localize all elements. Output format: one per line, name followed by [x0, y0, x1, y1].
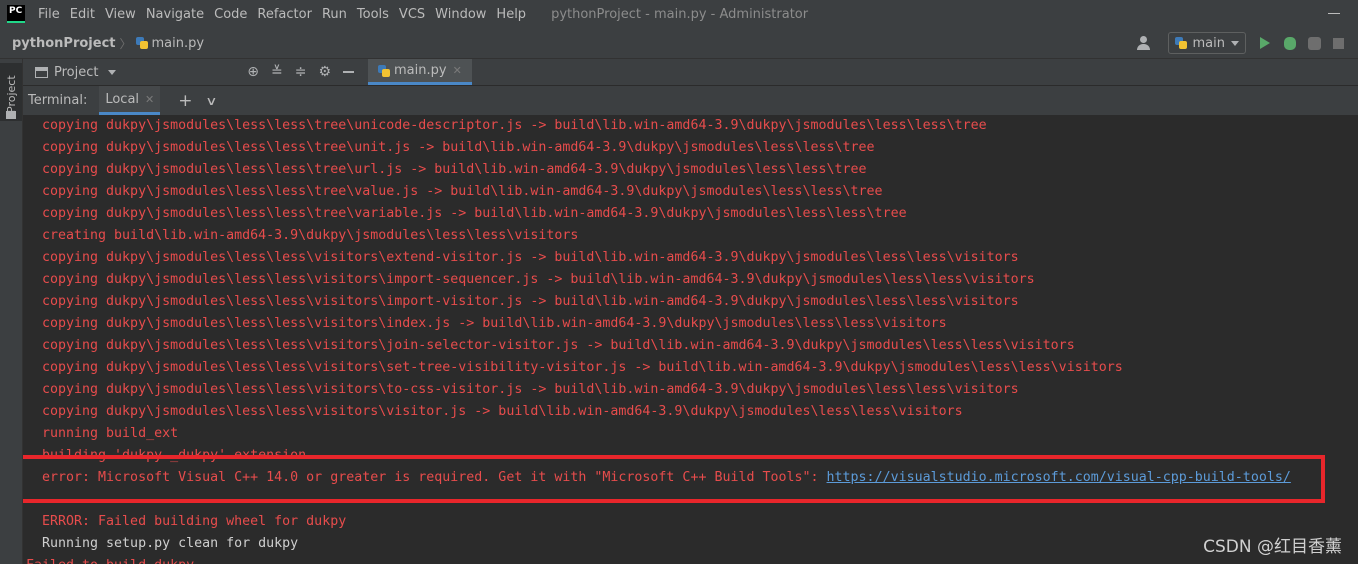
menu-tools[interactable]: Tools [352, 7, 394, 22]
csdn-watermark: CSDN @红目香薰 [1203, 537, 1342, 557]
project-tool-window-tab[interactable]: Project [0, 63, 22, 121]
menu-window[interactable]: Window [430, 7, 491, 22]
menu-run[interactable]: Run [317, 7, 352, 22]
terminal-error-line: error: Microsoft Visual C++ 14.0 or grea… [42, 467, 1291, 489]
chevron-down-icon[interactable]: ∨ [205, 94, 217, 108]
menu-vcs[interactable]: VCS [394, 7, 430, 22]
menu-file[interactable]: File [33, 7, 65, 22]
locate-file-icon[interactable]: ⊕ [247, 59, 259, 85]
editor-tab-main-py[interactable]: main.py ✕ [368, 59, 472, 85]
stop-icon[interactable] [1333, 37, 1344, 49]
chevron-down-icon [1231, 40, 1239, 46]
terminal-line: copying dukpy\jsmodules\less\less\visito… [42, 294, 1019, 309]
menu-code[interactable]: Code [209, 7, 252, 22]
run-configuration-select[interactable]: main [1167, 32, 1246, 54]
breadcrumb-separator-icon: 〉 [119, 36, 132, 51]
terminal-line: building 'dukpy._dukpy' extension [42, 448, 307, 463]
expand-all-icon[interactable]: ≚ [271, 59, 283, 85]
python-file-icon [135, 37, 148, 49]
project-panel-header: Project ⊕ ≚ ≑ ⚙ [23, 59, 368, 85]
terminal-line: copying dukpy\jsmodules\less\less\tree\u… [42, 140, 875, 155]
run-configuration-label: main [1192, 35, 1225, 51]
menu-navigate[interactable]: Navigate [141, 7, 209, 22]
project-view-selector[interactable]: Project [54, 65, 98, 80]
terminal-line: copying dukpy\jsmodules\less\less\tree\u… [42, 162, 867, 177]
pycharm-logo: PC [7, 5, 25, 23]
terminal-line: copying dukpy\jsmodules\less\less\visito… [42, 382, 1019, 397]
breadcrumb-file[interactable]: main.py [152, 36, 205, 51]
chevron-down-icon[interactable] [108, 69, 117, 75]
terminal-line: copying dukpy\jsmodules\less\less\tree\v… [42, 206, 907, 221]
gear-icon[interactable]: ⚙ [318, 59, 331, 85]
coverage-icon[interactable] [1308, 36, 1321, 50]
add-terminal-icon[interactable]: + [178, 91, 192, 111]
terminal-line: copying dukpy\jsmodules\less\less\visito… [42, 338, 1075, 353]
python-config-icon [1174, 37, 1187, 49]
debug-icon[interactable] [1284, 36, 1296, 50]
terminal-line: copying dukpy\jsmodules\less\less\visito… [42, 360, 1123, 375]
terminal-line: copying dukpy\jsmodules\less\less\visito… [42, 272, 1035, 287]
hide-panel-icon[interactable] [343, 71, 354, 73]
terminal-line: Failed to build dukpy [26, 555, 194, 564]
menu-refactor[interactable]: Refactor [252, 7, 317, 22]
terminal-header: Terminal: Local ✕ + ∨ [23, 86, 1358, 115]
project-panel-tools: ⊕ ≚ ≑ ⚙ [247, 59, 354, 85]
run-toolbar: main [1136, 28, 1358, 58]
window-title: pythonProject - main.py - Administrator [551, 6, 809, 22]
left-tool-stripe: Project [0, 59, 23, 564]
folder-icon [6, 111, 16, 119]
menu-view[interactable]: View [100, 7, 141, 22]
run-icon[interactable] [1260, 37, 1270, 49]
build-tools-link[interactable]: https://visualstudio.microsoft.com/visua… [827, 470, 1291, 485]
collapse-all-icon[interactable]: ≑ [295, 59, 307, 85]
terminal-line: running build_ext [42, 426, 179, 441]
terminal-line: copying dukpy\jsmodules\less\less\tree\v… [42, 184, 883, 199]
menu-edit[interactable]: Edit [65, 7, 100, 22]
close-icon[interactable]: ✕ [453, 64, 462, 77]
terminal-line: copying dukpy\jsmodules\less\less\tree\u… [42, 118, 987, 133]
editor-tab-bar: main.py ✕ [368, 59, 1358, 85]
terminal-tab-label: Local [105, 91, 140, 107]
terminal-line: copying dukpy\jsmodules\less\less\visito… [42, 250, 1019, 265]
terminal-line: ERROR: Failed building wheel for dukpy [42, 514, 347, 529]
editor-tab-label: main.py [394, 63, 447, 78]
menu-bar: PC File Edit View Navigate Code Refactor… [0, 0, 1358, 28]
python-file-icon [378, 64, 390, 77]
navigation-bar: pythonProject 〉 main.py main [0, 28, 1358, 59]
terminal-line: Running setup.py clean for dukpy [42, 536, 299, 551]
close-icon[interactable]: ✕ [145, 93, 154, 106]
terminal-line: creating build\lib.win-amd64-3.9\dukpy\j… [42, 228, 579, 243]
menu-help[interactable]: Help [491, 7, 531, 22]
terminal-title: Terminal: [28, 93, 88, 108]
terminal-tab-local[interactable]: Local ✕ [99, 86, 161, 115]
terminal-line: copying dukpy\jsmodules\less\less\visito… [42, 404, 963, 419]
project-icon [35, 66, 48, 78]
project-stripe-label: Project [5, 75, 18, 113]
user-icon[interactable] [1136, 36, 1158, 50]
breadcrumb-project[interactable]: pythonProject [12, 36, 116, 51]
minimize-window-icon[interactable] [1328, 13, 1340, 14]
terminal-line: copying dukpy\jsmodules\less\less\visito… [42, 316, 947, 331]
error-message: error: Microsoft Visual C++ 14.0 or grea… [42, 470, 827, 485]
terminal-output[interactable]: copying dukpy\jsmodules\less\less\tree\u… [23, 115, 1358, 564]
